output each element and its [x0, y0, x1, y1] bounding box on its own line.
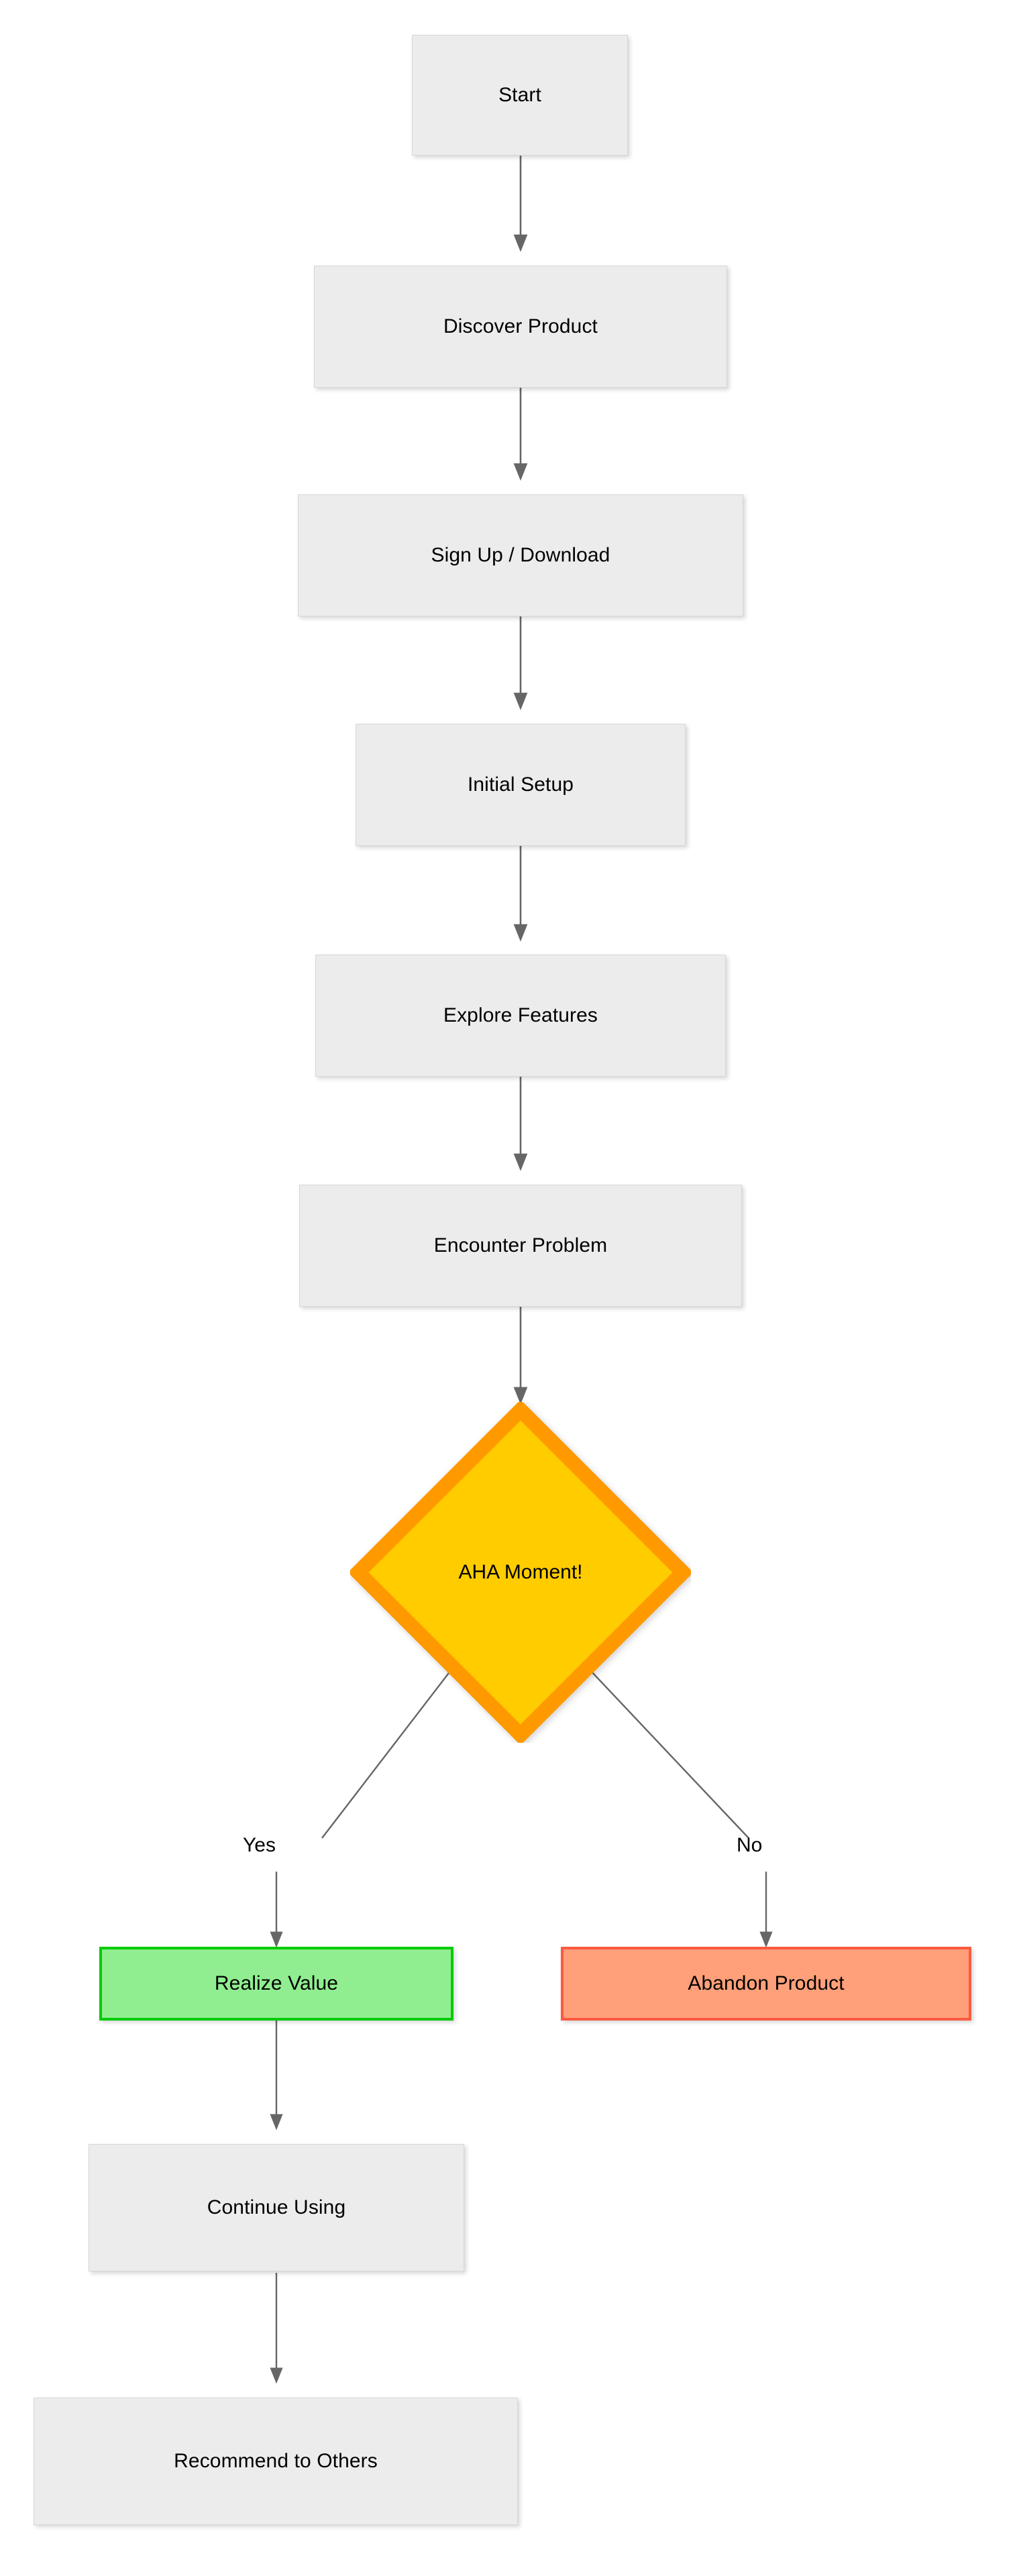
node-initial-setup-label: Initial Setup: [467, 773, 574, 796]
node-realize-value[interactable]: Realize Value: [99, 1947, 453, 2021]
node-abandon-product-label: Abandon Product: [688, 1972, 845, 1994]
flowchart-canvas: Start Discover Product Sign Up / Downloa…: [0, 0, 1021, 2576]
edge-label-yes: Yes: [243, 1834, 276, 1856]
node-aha-moment[interactable]: AHA Moment!: [350, 1402, 691, 1743]
node-discover-product-label: Discover Product: [443, 315, 598, 337]
node-aha-moment-label: AHA Moment!: [458, 1561, 583, 1583]
node-continue-using[interactable]: Continue Using: [89, 2144, 464, 2271]
node-explore-features-label: Explore Features: [443, 1004, 598, 1026]
node-start-label: Start: [498, 84, 541, 106]
node-initial-setup[interactable]: Initial Setup: [356, 724, 686, 846]
node-encounter-problem[interactable]: Encounter Problem: [299, 1185, 742, 1307]
node-recommend-to-others[interactable]: Recommend to Others: [34, 2398, 518, 2525]
node-recommend-to-others-label: Recommend to Others: [174, 2450, 378, 2472]
node-realize-value-label: Realize Value: [214, 1972, 339, 1994]
node-explore-features[interactable]: Explore Features: [315, 955, 726, 1077]
node-sign-up-download-label: Sign Up / Download: [431, 544, 610, 566]
node-encounter-problem-label: Encounter Problem: [433, 1234, 608, 1256]
node-discover-product[interactable]: Discover Product: [314, 266, 727, 388]
node-abandon-product[interactable]: Abandon Product: [561, 1947, 971, 2021]
node-start[interactable]: Start: [412, 35, 628, 156]
node-continue-using-label: Continue Using: [207, 2196, 346, 2218]
edge-label-no: No: [737, 1834, 763, 1856]
node-sign-up-download[interactable]: Sign Up / Download: [298, 494, 743, 616]
